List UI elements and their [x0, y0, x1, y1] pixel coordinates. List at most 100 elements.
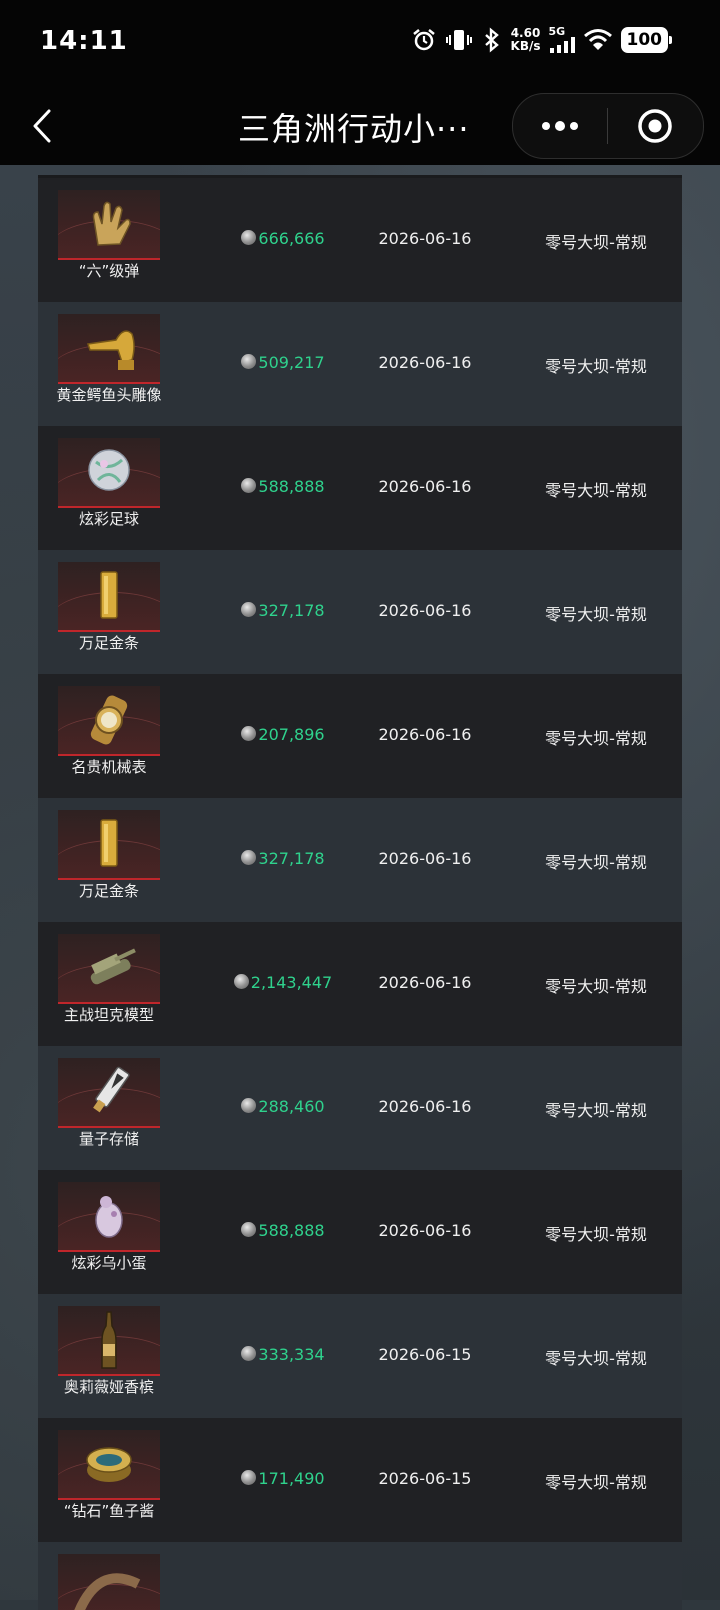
coin-icon: [241, 230, 257, 245]
item-cell: 炫彩乌小蛋: [38, 1170, 178, 1294]
table-row[interactable]: “六”级弹 666,666 2026-06-16 零号大坝-常规: [38, 178, 682, 302]
date-cell: 2026-06-16: [378, 353, 472, 372]
date-cell: 2026-06-16: [378, 973, 472, 992]
mini-program-capsule: [512, 93, 704, 159]
price-value: 666,666: [258, 229, 325, 248]
price-value: 327,178: [258, 601, 325, 620]
price-cell: 171,490: [198, 1469, 368, 1488]
price-value: 327,178: [258, 849, 325, 868]
item-name: 万足金条: [78, 882, 139, 900]
gold-crocodile-head-icon: [58, 314, 160, 384]
table-row[interactable]: 名贵机械表 207,896 2026-06-16 零号大坝-常规: [38, 674, 682, 798]
item-name: 奥莉薇娅香槟: [63, 1378, 154, 1396]
table-row[interactable]: 炫彩乌小蛋 588,888 2026-06-16 零号大坝-常规: [38, 1170, 682, 1294]
date-cell: 2026-06-16: [378, 229, 472, 248]
records-table: “六”级弹 666,666 2026-06-16 零号大坝-常规 黄金鳄鱼头雕像…: [38, 178, 682, 1610]
date-cell: 2026-06-15: [378, 1469, 472, 1488]
bluetooth-icon: [481, 26, 503, 53]
item-cell: 黄金鳄鱼头雕像: [38, 302, 178, 426]
item-name: 炫彩足球: [78, 510, 139, 528]
vibrate-icon: [445, 27, 473, 53]
map-cell: 零号大坝-常规: [545, 481, 647, 500]
battery-indicator: 100: [620, 26, 672, 53]
net-speed-value: 4.60: [510, 25, 541, 40]
status-icons: 4.60 KB/s 5G 100: [411, 25, 672, 53]
item-name: 万足金条: [78, 634, 139, 652]
item-cell: “六”级弹: [38, 178, 178, 302]
gold-bar-icon: [58, 562, 160, 632]
map-cell: 零号大坝-常规: [545, 357, 647, 376]
more-button[interactable]: [513, 94, 607, 158]
price-value: 588,888: [258, 1221, 325, 1240]
coin-icon: [241, 1346, 257, 1361]
network-type: 5G: [548, 25, 566, 38]
date-cell: 2026-06-16: [378, 849, 472, 868]
date-cell: 2026-06-15: [378, 1345, 472, 1364]
price-cell: 588,888: [198, 1221, 368, 1240]
item-name: “钻石”鱼子酱: [63, 1502, 155, 1520]
price-cell: 588,888: [198, 477, 368, 496]
net-speed: 4.60 KB/s: [510, 25, 541, 53]
item-cell: 奥莉薇娅香槟: [38, 1294, 178, 1418]
item-cell: 主战坦克模型: [38, 922, 178, 1046]
cell-signal-icon: 5G: [549, 26, 575, 53]
coin-icon: [233, 974, 249, 989]
price-value: 2,143,447: [250, 973, 333, 992]
item-cell: 万足金条: [38, 798, 178, 922]
price-cell: 327,178: [198, 849, 368, 868]
table-row[interactable]: 量子存储 288,460 2026-06-16 零号大坝-常规: [38, 1046, 682, 1170]
tank-model-icon: [58, 934, 160, 1004]
price-value: 509,217: [258, 353, 325, 372]
table-row[interactable]: 炫彩足球 588,888 2026-06-16 零号大坝-常规: [38, 426, 682, 550]
price-value: 288,460: [258, 1097, 325, 1116]
price-cell: 666,666: [198, 229, 368, 248]
coin-icon: [241, 726, 257, 741]
coin-icon: [241, 478, 257, 493]
chevron-left-icon: [33, 109, 51, 143]
map-cell: 零号大坝-常规: [545, 729, 647, 748]
price-cell: 509,217: [198, 353, 368, 372]
coin-icon: [241, 354, 257, 369]
iridescent-ball-icon: [58, 438, 160, 508]
item-cell: 名贵机械表: [38, 674, 178, 798]
item-name: 名贵机械表: [71, 758, 147, 776]
status-bar: 14:11 4.60 KB/s 5G 100: [0, 0, 720, 90]
caviar-tin-icon: [58, 1430, 160, 1500]
more-dots-icon: [542, 121, 578, 131]
item-name: 主战坦克模型: [63, 1006, 154, 1024]
item-name: 黄金鳄鱼头雕像: [56, 386, 162, 404]
target-circle-icon: [638, 109, 672, 143]
back-button[interactable]: [22, 104, 62, 148]
table-row[interactable]: 黄金鳄鱼头雕像 509,217 2026-06-16 零号大坝-常规: [38, 302, 682, 426]
item-cell: 量子存储: [38, 1046, 178, 1170]
table-row[interactable]: “钻石”鱼子酱 171,490 2026-06-15 零号大坝-常规: [38, 1418, 682, 1542]
price-cell: 2,143,447: [198, 973, 368, 992]
date-cell: 2026-06-16: [378, 1221, 472, 1240]
price-cell: 327,178: [198, 601, 368, 620]
coin-icon: [241, 1098, 257, 1113]
price-cell: 333,334: [198, 1345, 368, 1364]
table-row[interactable]: 主战坦克模型 2,143,447 2026-06-16 零号大坝-常规: [38, 922, 682, 1046]
iridescent-egg-icon: [58, 1182, 160, 1252]
table-row[interactable]: 万足金条 327,178 2026-06-16 零号大坝-常规: [38, 798, 682, 922]
coin-icon: [241, 1222, 257, 1237]
table-row[interactable]: 万足金条 327,178 2026-06-16 零号大坝-常规: [38, 550, 682, 674]
coin-icon: [241, 850, 257, 865]
date-cell: 2026-06-16: [378, 725, 472, 744]
watch-icon: [58, 686, 160, 756]
map-cell: 零号大坝-常规: [545, 1473, 647, 1492]
map-cell: 零号大坝-常规: [545, 977, 647, 996]
wifi-icon: [583, 28, 613, 52]
map-cell: 零号大坝-常规: [545, 605, 647, 624]
table-row[interactable]: 奥莉薇娅香槟 333,334 2026-06-15 零号大坝-常规: [38, 1294, 682, 1418]
item-name: 量子存储: [78, 1130, 139, 1148]
item-thumbnail: [58, 1554, 160, 1610]
date-cell: 2026-06-16: [378, 601, 472, 620]
close-program-button[interactable]: [608, 94, 702, 158]
price-value: 171,490: [258, 1469, 325, 1488]
item-name: “六”级弹: [78, 262, 140, 280]
champagne-bottle-icon: [58, 1306, 160, 1376]
date-cell: 2026-06-16: [378, 1097, 472, 1116]
price-value: 333,334: [258, 1345, 325, 1364]
map-cell: 零号大坝-常规: [545, 1225, 647, 1244]
